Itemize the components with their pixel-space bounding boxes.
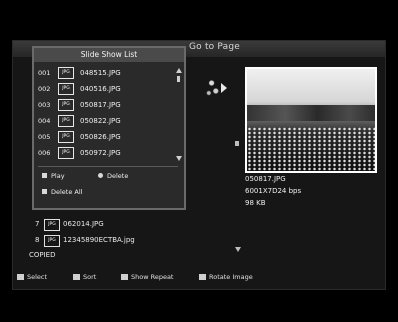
slide-list-item[interactable]: 002 JPG 040516.JPG (38, 82, 174, 96)
slide-number: 003 (38, 101, 51, 109)
play-arrow-icon (221, 83, 227, 93)
slide-number: 002 (38, 85, 51, 93)
delete-action[interactable]: Delete (98, 172, 128, 180)
action-label: Play (51, 172, 65, 180)
help-sort[interactable]: Sort (73, 273, 96, 281)
slide-file-name: 050822.JPG (80, 117, 121, 125)
copied-status: COPIED (29, 251, 56, 259)
green-button-icon (98, 173, 103, 178)
slide-list-item[interactable]: 005 JPG 050826.JPG (38, 130, 174, 144)
popup-divider (38, 166, 178, 167)
photo-thumbnail-icon (206, 77, 220, 97)
slide-file-name: 050972.JPG (80, 149, 121, 157)
popup-title: Slide Show List (34, 48, 184, 62)
jpg-file-icon: JPG (58, 67, 74, 79)
help-rotate-image[interactable]: Rotate Image (199, 273, 253, 281)
slide-number: 005 (38, 133, 51, 141)
preview-resolution: 6001X7D24 bps (245, 187, 302, 195)
popup-scrollbar-thumb[interactable] (177, 76, 180, 82)
jpg-file-icon: JPG (58, 131, 74, 143)
slide-list-item[interactable]: 001 JPG 048515.JPG (38, 66, 174, 80)
blue-button-icon (199, 274, 206, 280)
file-number: 8 (35, 236, 40, 244)
preview-hills (247, 105, 375, 121)
jpg-file-icon: JPG (44, 219, 60, 231)
slide-number: 004 (38, 117, 51, 125)
slide-list-item[interactable]: 003 JPG 050817.JPG (38, 98, 174, 112)
slide-file-name: 040516.JPG (80, 85, 121, 93)
yellow-button-icon (42, 189, 47, 194)
delete-all-action[interactable]: Delete All (42, 188, 82, 196)
red-button-icon (42, 173, 47, 178)
scroll-up-icon[interactable] (176, 68, 182, 73)
preview-flower-field (247, 127, 375, 171)
file-name: 12345890ECTBA.jpg (63, 236, 135, 244)
file-name: 062014.JPG (63, 220, 104, 228)
slide-show-list-popup: Slide Show List 001 JPG 048515.JPG 002 J… (32, 46, 186, 210)
red-button-icon (17, 274, 24, 280)
jpg-file-icon: JPG (58, 147, 74, 159)
slide-number: 006 (38, 149, 51, 157)
help-bar: Select Sort Show Repeat Rotate Image (13, 269, 385, 287)
scroll-down-icon[interactable] (235, 247, 241, 252)
page-title: Go to Page (189, 42, 241, 52)
list-scrollbar-thumb[interactable] (235, 141, 239, 146)
action-label: Delete (107, 172, 129, 180)
jpg-file-icon: JPG (58, 115, 74, 127)
help-label: Sort (83, 273, 97, 281)
slide-list-item[interactable]: 006 JPG 050972.JPG (38, 146, 174, 160)
preview-filename: 050817.JPG (245, 175, 286, 183)
help-label: Select (27, 273, 48, 281)
preview-size: 98 KB (245, 199, 266, 207)
slide-file-name: 048515.JPG (80, 69, 121, 77)
slide-file-name: 050817.JPG (80, 101, 121, 109)
jpg-file-icon: JPG (58, 99, 74, 111)
help-show-repeat[interactable]: Show Repeat (121, 273, 174, 281)
help-label: Show Repeat (131, 273, 174, 281)
scroll-down-icon[interactable] (176, 156, 182, 161)
help-label: Rotate Image (209, 273, 253, 281)
image-preview (245, 67, 377, 173)
action-label: Delete All (51, 188, 83, 196)
jpg-file-icon: JPG (58, 83, 74, 95)
slide-number: 001 (38, 69, 51, 77)
green-button-icon (73, 274, 80, 280)
jpg-file-icon: JPG (44, 235, 60, 247)
slide-list-item[interactable]: 004 JPG 050822.JPG (38, 114, 174, 128)
help-select[interactable]: Select (17, 273, 47, 281)
yellow-button-icon (121, 274, 128, 280)
play-action[interactable]: Play (42, 172, 65, 180)
file-number: 7 (35, 220, 40, 228)
slide-file-name: 050826.JPG (80, 133, 121, 141)
